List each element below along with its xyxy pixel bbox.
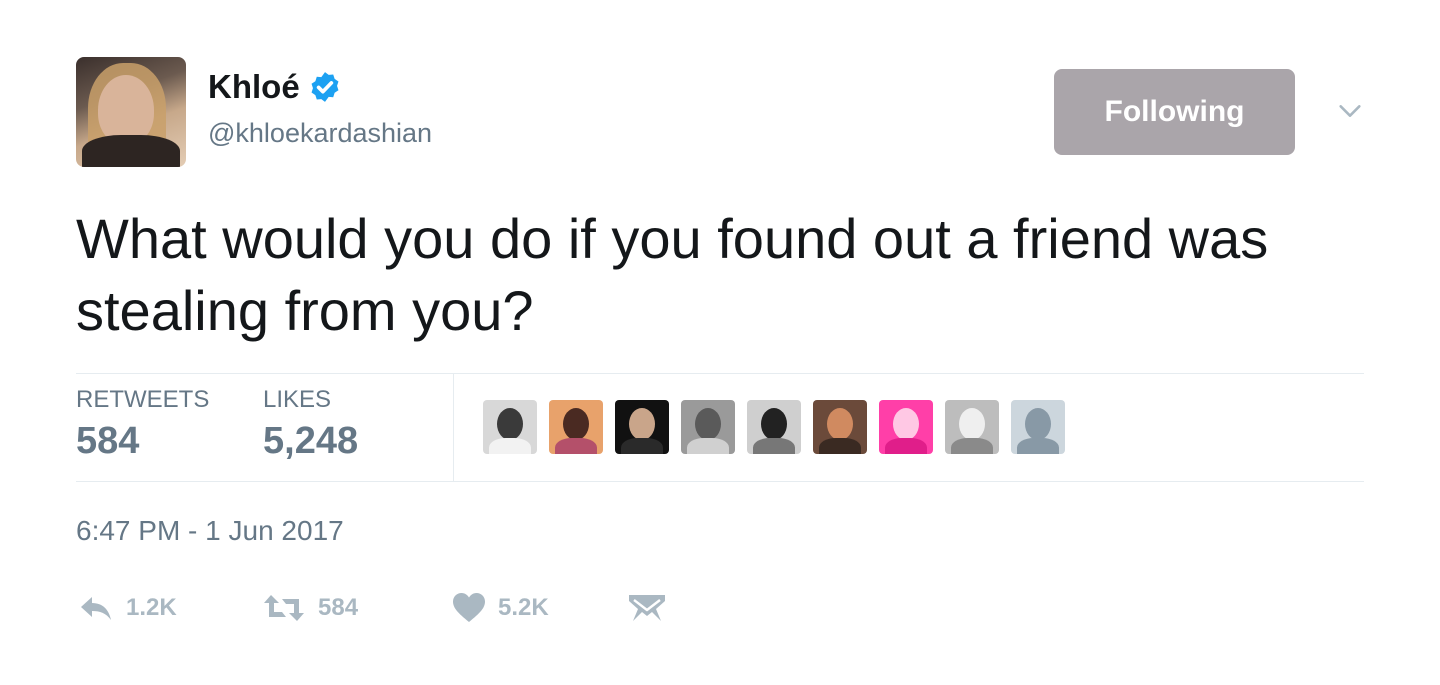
heart-icon bbox=[453, 593, 485, 622]
author-name-row[interactable]: Khloé bbox=[208, 68, 342, 106]
reply-icon bbox=[81, 597, 111, 620]
author-name[interactable]: Khloé bbox=[208, 68, 300, 106]
divider bbox=[76, 481, 1364, 482]
liker-avatar[interactable] bbox=[879, 400, 933, 454]
retweet-button[interactable]: 584 bbox=[262, 588, 358, 628]
liker-avatar[interactable] bbox=[747, 400, 801, 454]
like-count: 5.2K bbox=[498, 594, 549, 621]
likes-count: 5,248 bbox=[263, 420, 359, 462]
likes-label: LIKES bbox=[263, 386, 332, 413]
direct-message-button[interactable] bbox=[628, 588, 666, 628]
author-handle[interactable]: @khloekardashian bbox=[208, 118, 432, 149]
likers-avatars bbox=[483, 400, 1065, 454]
retweets-count: 584 bbox=[76, 420, 140, 462]
direct-message-icon bbox=[629, 595, 665, 621]
retweet-count: 584 bbox=[318, 594, 359, 621]
liker-avatar[interactable] bbox=[483, 400, 537, 454]
tweet-timestamp[interactable]: 6:47 PM - 1 Jun 2017 bbox=[76, 515, 344, 547]
liker-avatar[interactable] bbox=[945, 400, 999, 454]
divider bbox=[76, 373, 1364, 374]
retweet-icon bbox=[264, 595, 304, 621]
liker-avatar[interactable] bbox=[549, 400, 603, 454]
likes-stat[interactable]: LIKES 5,248 bbox=[263, 386, 358, 463]
tweet-text: What would you do if you found out a fri… bbox=[76, 207, 1269, 342]
stats-divider bbox=[453, 374, 454, 481]
liker-avatar[interactable] bbox=[681, 400, 735, 454]
following-button[interactable]: Following bbox=[1054, 69, 1295, 155]
liker-avatar[interactable] bbox=[813, 400, 867, 454]
reply-button[interactable]: 1.2K bbox=[78, 588, 177, 628]
like-button[interactable]: 5.2K bbox=[452, 588, 549, 628]
avatar[interactable] bbox=[76, 57, 186, 167]
chevron-down-icon[interactable] bbox=[1336, 97, 1364, 125]
tweet-card: Khloé @khloekardashian Following What wo… bbox=[0, 0, 1440, 685]
liker-avatar[interactable] bbox=[1011, 400, 1065, 454]
retweets-stat[interactable]: RETWEETS 584 bbox=[76, 386, 209, 463]
liker-avatar[interactable] bbox=[615, 400, 669, 454]
verified-badge-icon bbox=[311, 72, 339, 102]
reply-count: 1.2K bbox=[126, 594, 177, 621]
retweets-label: RETWEETS bbox=[76, 386, 210, 413]
